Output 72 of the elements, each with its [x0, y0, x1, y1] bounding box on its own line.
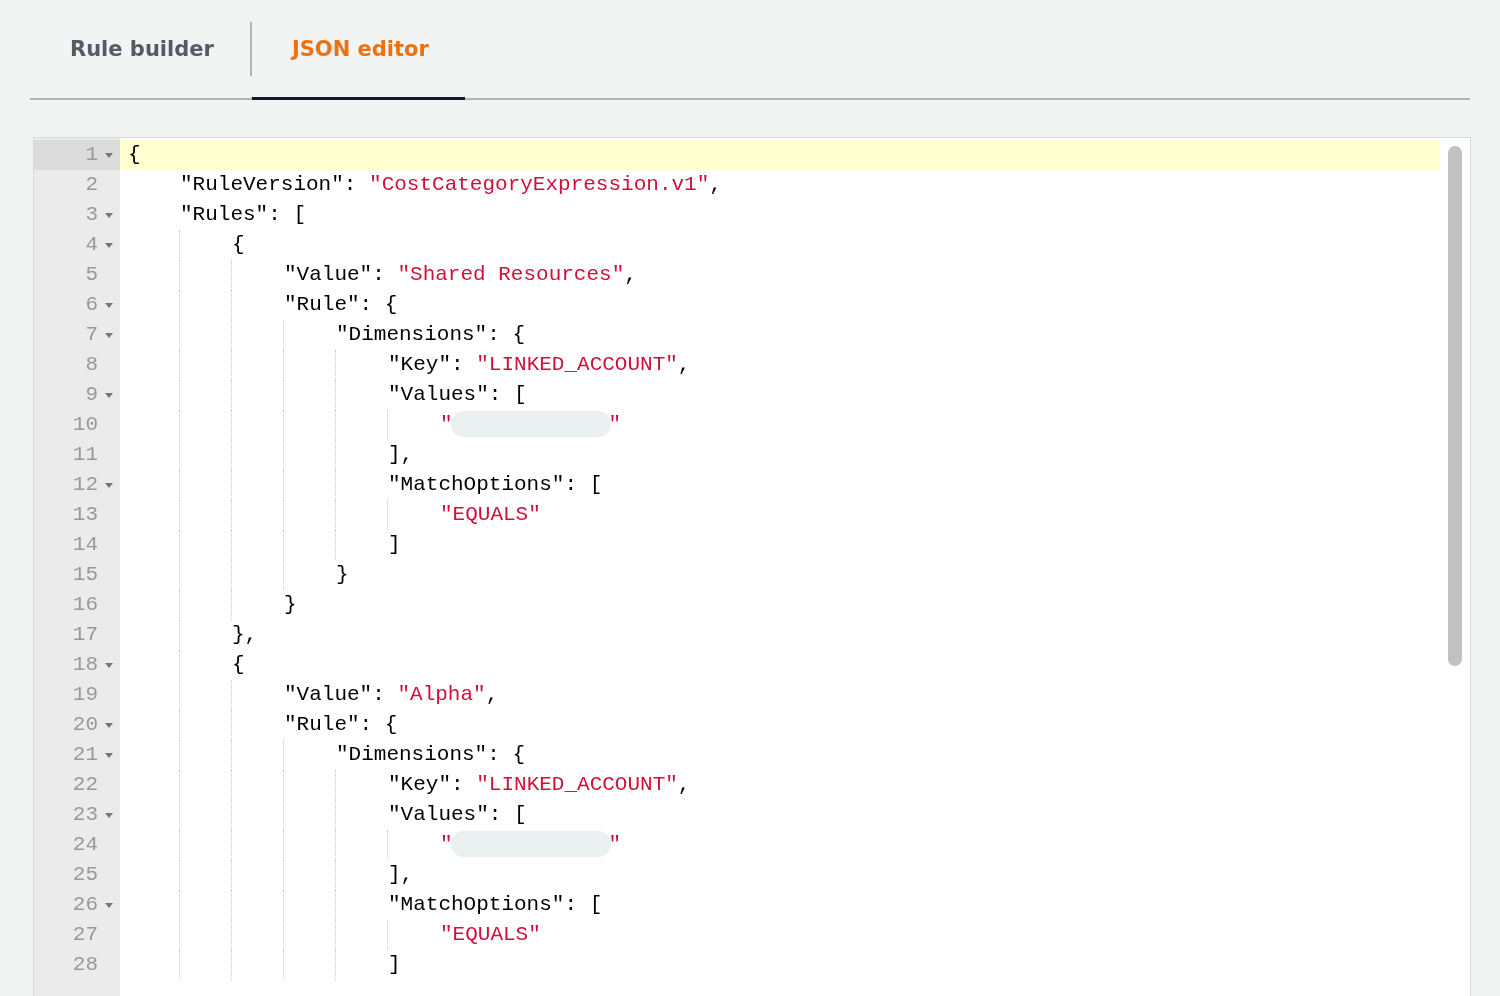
caret-down-icon[interactable]	[104, 660, 114, 670]
line-number: 25	[72, 862, 98, 888]
line-number: 1	[85, 142, 98, 168]
code-string: "	[608, 413, 622, 436]
code-string: "	[440, 413, 453, 436]
line-number: 16	[72, 592, 98, 618]
code-line: "MatchOptions": [	[388, 473, 603, 496]
code-line: "Key": "LINKED_ACCOUNT",	[388, 773, 691, 796]
caret-down-icon[interactable]	[104, 210, 114, 220]
caret-down-icon[interactable]	[104, 900, 114, 910]
line-number: 28	[72, 952, 98, 978]
line-number: 17	[72, 622, 98, 648]
line-number: 22	[72, 772, 98, 798]
line-number: 4	[85, 232, 98, 258]
code-line: "Rule": {	[284, 293, 398, 316]
code-string: "	[608, 833, 622, 856]
code-string: "	[440, 833, 453, 856]
line-number: 3	[85, 202, 98, 228]
line-number: 15	[72, 562, 98, 588]
code-line: {	[128, 143, 141, 166]
code-line: "EQUALS"	[440, 503, 541, 526]
caret-down-icon[interactable]	[104, 750, 114, 760]
line-number: 24	[72, 832, 98, 858]
code-line: "Rule": {	[284, 713, 398, 736]
code-line: "Rules": [	[180, 203, 307, 226]
caret-down-icon[interactable]	[104, 240, 114, 250]
line-number: 5	[85, 262, 98, 288]
line-number: 11	[72, 442, 98, 468]
line-number: 12	[72, 472, 98, 498]
caret-down-icon[interactable]	[104, 390, 114, 400]
code-line: "Dimensions": {	[336, 743, 526, 766]
caret-down-icon[interactable]	[104, 720, 114, 730]
code-line: ]	[388, 533, 401, 556]
line-number: 20	[72, 712, 98, 738]
line-number: 6	[85, 292, 98, 318]
code-line: "MatchOptions": [	[388, 893, 603, 916]
line-number: 8	[85, 352, 98, 378]
code-line: ],	[388, 443, 414, 466]
line-number: 9	[85, 382, 98, 408]
code-line: }	[284, 593, 297, 616]
line-number: 2	[85, 172, 98, 198]
line-number: 21	[72, 742, 98, 768]
line-number: 19	[72, 682, 98, 708]
code-line: ]	[388, 953, 401, 976]
code-line: "Values": [	[388, 383, 527, 406]
scrollbar-thumb[interactable]	[1448, 146, 1462, 666]
line-number: 26	[72, 892, 98, 918]
line-number: 27	[72, 922, 98, 948]
code-line: {	[232, 653, 245, 676]
tab[interactable]: Rule builder	[30, 0, 250, 100]
code-line: "RuleVersion": "CostCategoryExpression.v1",	[180, 173, 722, 196]
caret-down-icon[interactable]	[104, 150, 114, 160]
code-line: {	[232, 233, 245, 256]
code-line: ],	[388, 863, 414, 886]
code-line: "Dimensions": {	[336, 323, 526, 346]
line-number: 23	[72, 802, 98, 828]
caret-down-icon[interactable]	[104, 480, 114, 490]
line-number: 14	[72, 532, 98, 558]
code-line: },	[232, 623, 258, 646]
code-line: "Value": "Alpha",	[284, 683, 499, 706]
line-number: 18	[72, 652, 98, 678]
code-line: "EQUALS"	[440, 923, 541, 946]
line-number: 7	[85, 322, 98, 348]
caret-down-icon[interactable]	[104, 330, 114, 340]
code-line: "Values": [	[388, 803, 527, 826]
code-line: "Key": "LINKED_ACCOUNT",	[388, 353, 691, 376]
caret-down-icon[interactable]	[104, 300, 114, 310]
caret-down-icon[interactable]	[104, 810, 114, 820]
code-line: "Value": "Shared Resources",	[284, 263, 637, 286]
line-number: 10	[72, 412, 98, 438]
code-line: }	[336, 563, 349, 586]
line-number: 13	[72, 502, 98, 528]
